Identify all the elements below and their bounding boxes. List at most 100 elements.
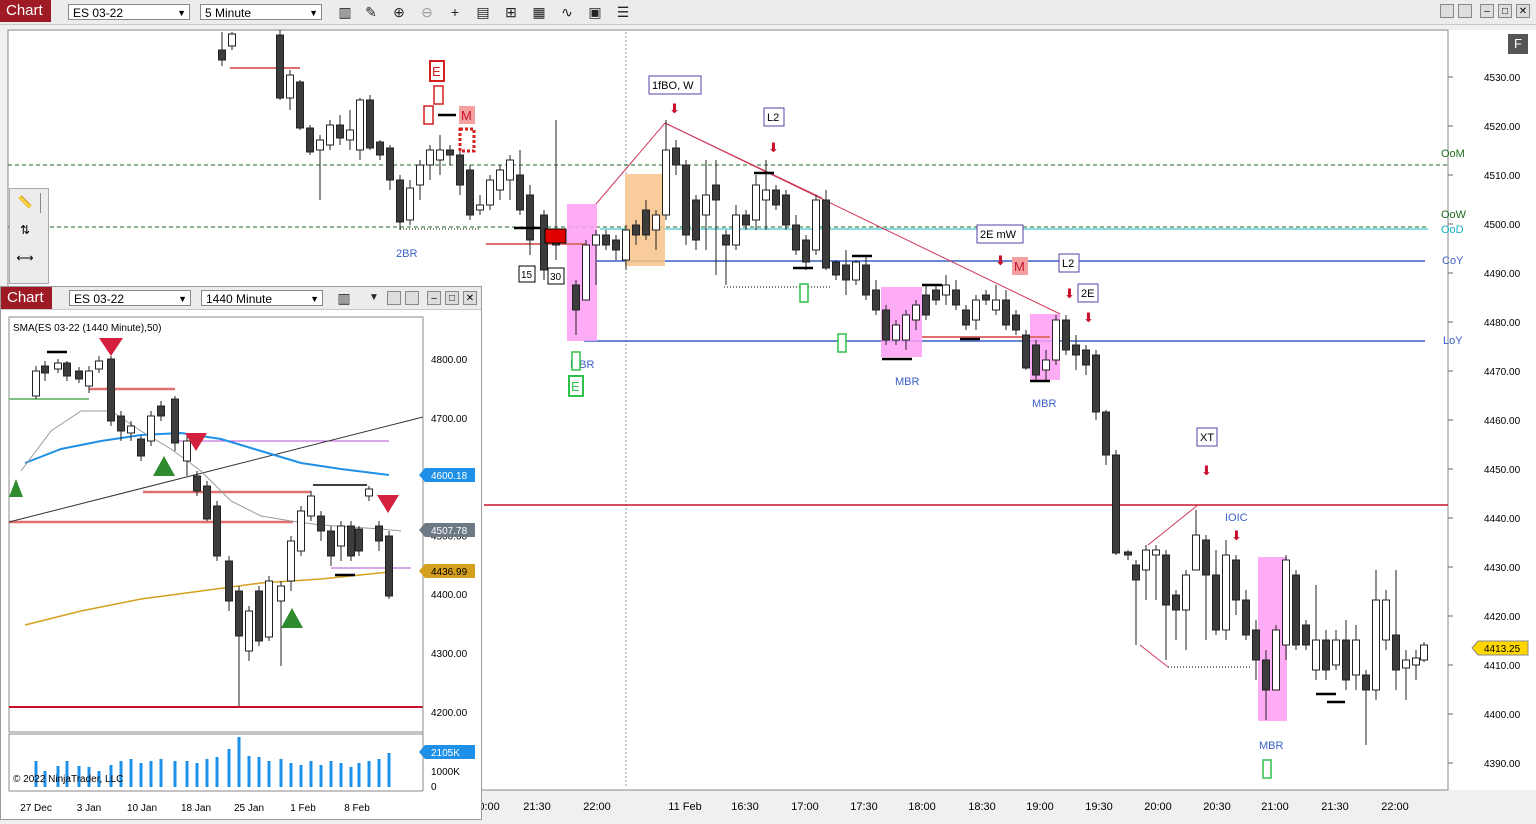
volume-bar: [185, 761, 189, 787]
candle-body: [872, 289, 880, 311]
volume-bar: [367, 761, 371, 787]
close-icon[interactable]: ✕: [463, 291, 477, 305]
candle-body: [466, 169, 474, 216]
time-tick-label: 22:00: [583, 801, 611, 813]
candle-body: [1232, 559, 1240, 601]
candle-body: [792, 224, 800, 251]
daily-price-tick-label: 4400.00: [431, 590, 468, 601]
time-tick-label: 18:00: [908, 801, 936, 813]
minimize-icon[interactable]: –: [427, 291, 441, 305]
instrument-select[interactable]: ES 03-22 ▼: [68, 4, 190, 20]
candle-body: [822, 199, 830, 269]
candle-body: [1142, 549, 1150, 571]
tile-icon[interactable]: [1458, 4, 1472, 18]
bars-icon[interactable]: ▥: [335, 289, 353, 307]
chart-tab[interactable]: Chart: [1, 287, 52, 309]
candle-body: [832, 261, 840, 276]
time-tick-label: 19:00: [1026, 801, 1054, 813]
candle-body: [1022, 334, 1030, 369]
daily-candle-body: [297, 510, 305, 552]
candle-body: [712, 184, 720, 201]
candle-body: [426, 149, 434, 166]
daily-date-tick-label: 3 Jan: [77, 803, 101, 814]
signal-box-green: [799, 283, 809, 303]
daily-chart[interactable]: SMA(ES 03-22 (1440 Minute),50) 4800.00 47…: [1, 310, 481, 820]
indicators-icon[interactable]: ∿: [558, 3, 576, 21]
daily-date-tick-label: 1 Feb: [290, 803, 316, 814]
daily-candle-body: [255, 590, 263, 642]
daily-candle-body: [347, 525, 355, 557]
candle-body: [752, 184, 760, 221]
restore-icon[interactable]: [1440, 4, 1454, 18]
annotation-l2: L2: [767, 112, 779, 124]
candle-body: [396, 179, 404, 223]
price-tick-label: 4400.00: [1484, 710, 1521, 721]
chevron-down-icon: ▼: [309, 8, 318, 18]
candle-body: [1312, 639, 1320, 671]
annotation-mbr: MBR: [1259, 740, 1284, 752]
candle-body: [526, 194, 534, 241]
chart-tab[interactable]: Chart: [0, 0, 51, 22]
price-tick-label: 4480.00: [1484, 318, 1521, 329]
candle-body: [456, 154, 464, 186]
crosshair-icon[interactable]: +: [446, 3, 464, 21]
candle-body: [1252, 629, 1260, 661]
close-icon[interactable]: ✕: [1516, 4, 1530, 18]
templates-icon[interactable]: ▣: [586, 3, 604, 21]
daily-candle-body: [171, 398, 179, 444]
arrows-icon[interactable]: ⇅: [14, 221, 36, 239]
annotation-xt: XT: [1200, 432, 1214, 444]
daily-candle-body: [203, 485, 211, 520]
ruler-icon[interactable]: 📏: [14, 193, 36, 211]
arrow-down-icon: ⬇: [995, 253, 1006, 268]
time-tick-label: 20:30: [1203, 801, 1231, 813]
drag-handle[interactable]: [40, 193, 47, 213]
price-tick-label: 4470.00: [1484, 367, 1521, 378]
candle-body: [642, 209, 650, 236]
more-icon[interactable]: ☰: [614, 3, 632, 21]
interval-select[interactable]: 5 Minute ▼: [200, 4, 322, 20]
maximize-icon[interactable]: □: [1498, 4, 1512, 18]
count-30: 30: [550, 272, 562, 283]
candle-body: [842, 264, 850, 281]
daily-candle-body: [327, 530, 335, 557]
sub-toolbar: Chart ES 03-22 ▼ 1440 Minute ▼ ▥ ▼ – □ ✕: [1, 287, 481, 310]
interval-select[interactable]: 1440 Minute ▼: [201, 290, 323, 306]
chevron-down-icon[interactable]: ▼: [365, 289, 383, 307]
time-tick-label: 17:30: [850, 801, 878, 813]
instrument-select[interactable]: ES 03-22 ▼: [69, 290, 191, 306]
pencil-icon[interactable]: ✎: [362, 3, 380, 21]
candle-body: [296, 81, 304, 129]
candle-body: [732, 214, 740, 246]
maximize-icon[interactable]: □: [445, 291, 459, 305]
candle-body: [506, 159, 514, 181]
candle-body: [1332, 639, 1340, 666]
bars-icon[interactable]: ▥: [336, 3, 354, 21]
price-tick-label: 4520.00: [1484, 122, 1521, 133]
zoom-out-icon[interactable]: ⊖: [418, 3, 436, 21]
interval-value: 5 Minute: [205, 6, 252, 20]
candle-body: [1282, 559, 1290, 646]
volume-bar: [227, 749, 231, 787]
tile-icon[interactable]: [405, 291, 419, 305]
daily-candle-body: [235, 590, 243, 637]
daily-date-tick-label: 27 Dec: [20, 803, 52, 814]
daily-date-tick-label: 18 Jan: [181, 803, 211, 814]
minimize-icon[interactable]: –: [1480, 4, 1494, 18]
candle-body: [622, 229, 630, 261]
line-icon[interactable]: ⟷: [14, 249, 36, 267]
current-price-label: 4413.25: [1484, 644, 1521, 655]
signal-m: M: [461, 108, 472, 123]
properties-icon[interactable]: ▤: [474, 3, 492, 21]
strategies-icon[interactable]: ▦: [530, 3, 548, 21]
candle-body: [902, 314, 910, 341]
signal-box: [423, 105, 434, 125]
candle-body: [1242, 599, 1250, 636]
zoom-in-icon[interactable]: ⊕: [390, 3, 408, 21]
format-button[interactable]: F: [1508, 34, 1528, 54]
candle-body: [1362, 674, 1370, 691]
oow-label: OoW: [1441, 209, 1467, 221]
candle-body: [602, 234, 610, 246]
data-box-icon[interactable]: ⊞: [502, 3, 520, 21]
restore-icon[interactable]: [387, 291, 401, 305]
